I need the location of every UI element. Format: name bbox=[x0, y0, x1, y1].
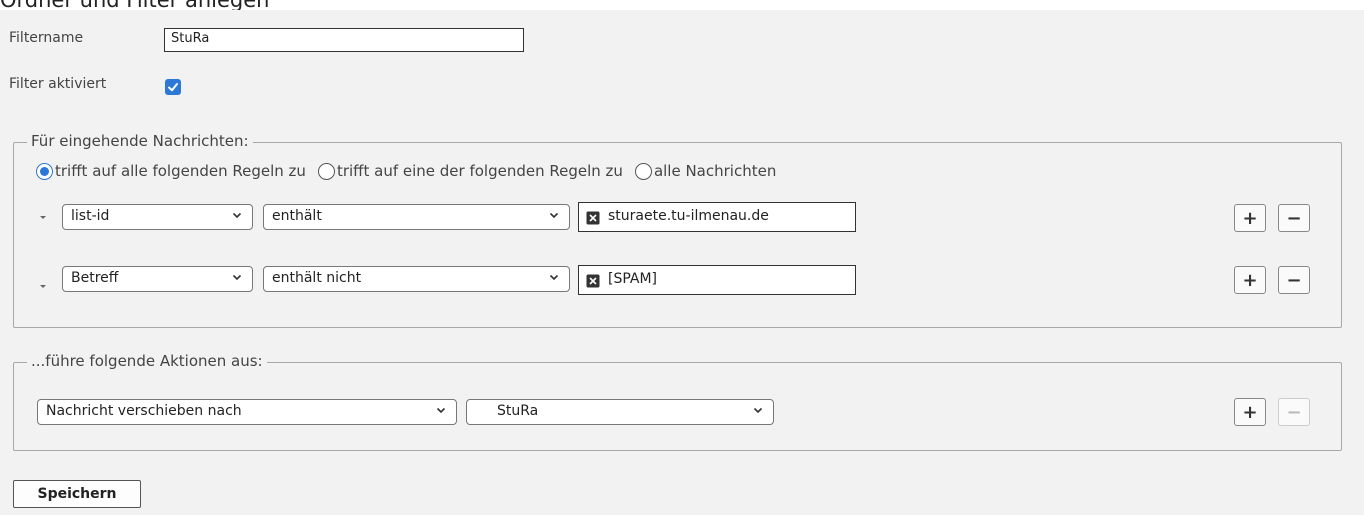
filter-name-input[interactable]: StuRa bbox=[164, 28, 524, 52]
action-1-target-value: StuRa bbox=[497, 403, 539, 419]
match-all-messages-radio[interactable] bbox=[634, 162, 652, 180]
match-all-option[interactable]: trifft auf alle folgenden Regeln zu bbox=[36, 162, 306, 180]
match-all-messages-label: alle Nachrichten bbox=[653, 162, 777, 180]
incoming-legend: Für eingehende Nachrichten: bbox=[27, 132, 253, 150]
rule-1-field-select[interactable]: list-id bbox=[62, 204, 253, 230]
filter-active-checkbox[interactable] bbox=[165, 79, 181, 95]
actions-legend: ...führe folgende Aktionen aus: bbox=[27, 352, 267, 370]
rule-2-value-text: [SPAM] bbox=[608, 271, 658, 287]
text-value-icon bbox=[586, 211, 600, 225]
chevron-down-icon bbox=[232, 274, 242, 281]
rule-2-value-input[interactable]: [SPAM] bbox=[578, 265, 856, 295]
rule-1-add-button[interactable]: + bbox=[1234, 204, 1266, 232]
chevron-down-icon bbox=[753, 407, 763, 414]
rule-1-value-input[interactable]: sturaete.tu-ilmenau.de bbox=[578, 202, 856, 232]
match-any-label: trifft auf eine der folgenden Regeln zu bbox=[336, 162, 623, 180]
filter-active-label: Filter aktiviert bbox=[9, 76, 107, 92]
chevron-down-icon bbox=[232, 212, 242, 219]
rule-1-operator-value: enthält bbox=[272, 208, 322, 224]
rule-2-field-select[interactable]: Betreff bbox=[62, 266, 253, 292]
rule-1-field-value: list-id bbox=[71, 208, 110, 224]
action-1-add-button[interactable]: + bbox=[1234, 398, 1266, 426]
filter-name-label: Filtername bbox=[9, 30, 84, 46]
action-1-type-select[interactable]: Nachricht verschieben nach bbox=[37, 399, 457, 425]
save-button[interactable]: Speichern bbox=[13, 480, 141, 508]
chevron-down-icon bbox=[549, 274, 559, 281]
text-value-icon bbox=[586, 274, 600, 288]
match-all-radio[interactable] bbox=[36, 162, 53, 180]
rule-2-field-value: Betreff bbox=[71, 270, 119, 286]
match-any-radio[interactable] bbox=[317, 162, 335, 180]
rule-2-remove-button[interactable]: − bbox=[1278, 266, 1310, 294]
action-1-target-select[interactable]: StuRa bbox=[466, 399, 774, 425]
match-mode-group: trifft auf alle folgenden Regeln zu trif… bbox=[36, 162, 788, 180]
rule-2-operator-value: enthält nicht bbox=[272, 270, 362, 286]
rule-2-drag-handle-icon[interactable] bbox=[38, 282, 48, 290]
match-any-option[interactable]: trifft auf eine der folgenden Regeln zu bbox=[317, 162, 623, 180]
rule-1-operator-select[interactable]: enthält bbox=[263, 204, 570, 230]
action-1-remove-button: − bbox=[1278, 398, 1310, 426]
rule-2-operator-select[interactable]: enthält nicht bbox=[263, 266, 570, 292]
rule-2-add-button[interactable]: + bbox=[1234, 266, 1266, 294]
match-all-label: trifft auf alle folgenden Regeln zu bbox=[55, 162, 306, 180]
action-1-type-value: Nachricht verschieben nach bbox=[46, 403, 242, 419]
chevron-down-icon bbox=[549, 212, 559, 219]
rule-1-remove-button[interactable]: − bbox=[1278, 204, 1310, 232]
match-all-messages-option[interactable]: alle Nachrichten bbox=[634, 162, 777, 180]
rule-1-value-text: sturaete.tu-ilmenau.de bbox=[608, 208, 769, 224]
rule-1-drag-handle-icon[interactable] bbox=[38, 213, 48, 221]
chevron-down-icon bbox=[436, 407, 446, 414]
check-icon bbox=[168, 83, 178, 92]
